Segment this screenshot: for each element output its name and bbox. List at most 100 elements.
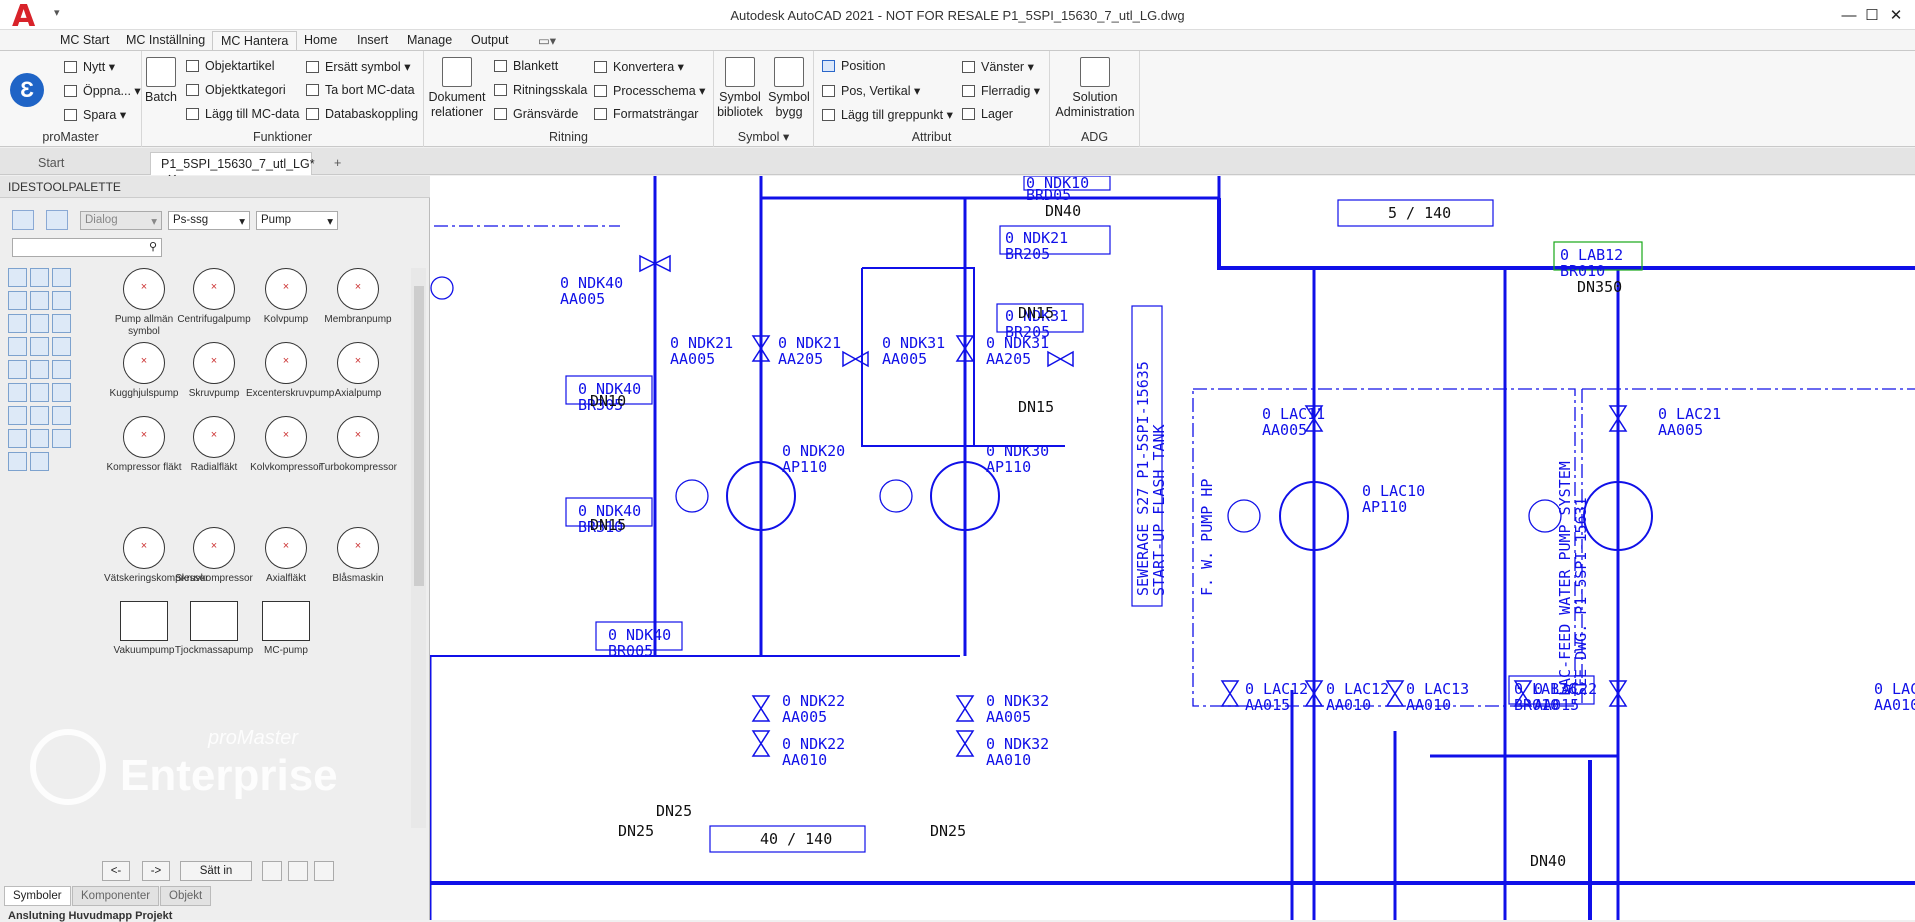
tab-drawing[interactable]: P1_5SPI_15630_7_utl_LG* ✕ [150,152,315,186]
dokument-relationer-button[interactable]: Dokument relationer [428,57,486,120]
symbol-membranpump[interactable]: Membranpump [318,268,398,326]
scrollbar-thumb[interactable] [414,286,424,586]
category-tile-icon[interactable] [52,383,71,402]
palette-tree-icon[interactable] [46,210,68,230]
category-tile-icon[interactable] [52,314,71,333]
tab-home[interactable]: Home [296,31,345,50]
category-tile-icon[interactable] [52,291,71,310]
palette-scrollbar[interactable] [411,268,426,828]
symbol-kompressor-flakt[interactable]: Kompressor fläkt [104,416,184,474]
category-tile-icon[interactable] [8,268,27,287]
group-icon[interactable] [314,861,334,881]
spara-button[interactable]: Spara ▾ [64,107,126,122]
ta-bort-mc-data-button[interactable]: Ta bort MC-data [306,83,415,97]
ribbon-options-icon[interactable]: ▭▾ [530,31,564,50]
tab-output[interactable]: Output [463,31,517,50]
tab-objekt[interactable]: Objekt [160,886,212,906]
symbol-turbokompressor[interactable]: Turbokompressor [318,416,398,474]
category-tile-icon[interactable] [52,429,71,448]
symbol-mc-pump[interactable]: MC-pump [246,601,326,657]
category-tile-icon[interactable] [30,337,49,356]
tab-mc-installning[interactable]: MC Inställning [118,31,213,50]
symbol-kugghjulspump[interactable]: Kugghjulspump [104,342,184,400]
satt-in-button[interactable]: Sätt in [180,861,252,881]
category-tile-icon[interactable] [8,314,27,333]
symbol-pump-allman[interactable]: Pump allmän symbol [104,268,184,338]
category-tile-icon[interactable] [8,337,27,356]
symbol-excenterskruvpump[interactable]: Excenterskruvpump [246,342,334,400]
processchema-button[interactable]: Processchema ▾ [594,83,705,98]
symbol-radialflakt[interactable]: Radialfläkt [174,416,254,474]
category-tile-icon[interactable] [52,360,71,379]
category-tile-icon[interactable] [8,452,27,471]
symbol-vakuumpump[interactable]: Vakuumpump [104,601,184,657]
ersatt-symbol-button[interactable]: Ersätt symbol ▾ [306,59,410,74]
category-tile-icon[interactable] [8,406,27,425]
category-dropdown[interactable]: Pump ▾ [256,211,338,230]
category-tile-icon[interactable] [8,383,27,402]
pid-drawing[interactable]: 0 NDK40AA005 0 NDK21AA005 0 NDK21AA205 0… [430,176,1915,920]
symbol-axialflakt[interactable]: Axialfläkt [246,527,326,585]
category-tile-icon[interactable] [8,429,27,448]
batch-button[interactable]: Batch [144,57,178,105]
category-tile-icon[interactable] [30,452,49,471]
new-tab-button[interactable]: + [324,152,351,175]
symbol-axialpump[interactable]: Axialpump [318,342,398,400]
konvertera-button[interactable]: Konvertera ▾ [594,59,684,74]
category-tile-icon[interactable] [52,406,71,425]
palette-tool-icon[interactable] [12,210,34,230]
category-tile-icon[interactable] [30,383,49,402]
category-tile-icon[interactable] [30,291,49,310]
promaster-logo-icon[interactable]: Ɛ [10,73,44,107]
category-tile-icon[interactable] [8,360,27,379]
distribute-icon[interactable] [288,861,308,881]
standard-dropdown[interactable]: Ps-ssg ▾ [168,211,250,230]
symbol-blasmaskin[interactable]: Blåsmaskin [318,527,398,585]
category-tile-icon[interactable] [30,360,49,379]
category-tile-icon[interactable] [8,291,27,310]
tab-mc-hantera[interactable]: MC Hantera [212,31,298,50]
oppna-button[interactable]: Öppna... ▾ [64,83,141,98]
databaskoppling-button[interactable]: Databaskoppling [306,107,418,121]
symbol-vatskeringskompressor[interactable]: Vätskeringskompressor [104,527,208,585]
solution-administration-button[interactable]: Solution Administration [1050,57,1140,120]
tab-mc-start[interactable]: MC Start [52,31,117,50]
lagg-till-mc-data-button[interactable]: Lägg till MC-data [186,107,300,121]
symbol-skruvpump[interactable]: Skruvpump [174,342,254,400]
ritningsskala-button[interactable]: Ritningsskala [494,83,587,97]
category-tile-icon[interactable] [30,314,49,333]
back-button[interactable]: <- [102,861,130,881]
tab-symboler[interactable]: Symboler [4,886,71,906]
position-button[interactable]: Position [822,59,885,73]
lager-button[interactable]: Lager [962,107,1013,121]
category-tile-icon[interactable] [30,406,49,425]
lagg-till-greppunkt-button[interactable]: Lägg till greppunkt ▾ [822,107,953,122]
objektartikel-button[interactable]: Objektartikel [186,59,274,73]
symbol-bibliotek-button[interactable]: Symbol bibliotek [716,57,764,120]
category-tile-icon[interactable] [30,268,49,287]
palette-search-input[interactable]: ⚲ [12,238,162,257]
tab-komponenter[interactable]: Komponenter [72,886,160,906]
category-tile-icon[interactable] [52,337,71,356]
formatstrangar-button[interactable]: Formatsträngar [594,107,698,121]
blankett-button[interactable]: Blankett [494,59,558,73]
forward-button[interactable]: -> [142,861,170,881]
objektkategori-button[interactable]: Objektkategori [186,83,286,97]
tab-start[interactable]: Start [28,152,148,175]
nytt-button[interactable]: Nytt ▾ [64,59,115,74]
align-icon[interactable] [262,861,282,881]
close-button[interactable]: ✕ [1882,5,1910,27]
tab-insert[interactable]: Insert [349,31,396,50]
vanster-button[interactable]: Vänster ▾ [962,59,1034,74]
dialog-dropdown[interactable]: Dialog ▾ [80,211,162,230]
flerradig-button[interactable]: Flerradig ▾ [962,83,1040,98]
pos-vertikal-button[interactable]: Pos, Vertikal ▾ [822,83,920,98]
tab-manage[interactable]: Manage [399,31,460,50]
symbol-skruvkompressor[interactable]: Skruvkompressor [174,527,254,585]
symbol-bygg-button[interactable]: Symbol bygg [766,57,812,120]
symbol-kolvpump[interactable]: Kolvpump [246,268,326,326]
symbol-centrifugalpump[interactable]: Centrifugalpump [174,268,254,326]
symbol-tjockmassapump[interactable]: Tjockmassapump [174,601,254,657]
category-tile-icon[interactable] [30,429,49,448]
category-tile-icon[interactable] [52,268,71,287]
